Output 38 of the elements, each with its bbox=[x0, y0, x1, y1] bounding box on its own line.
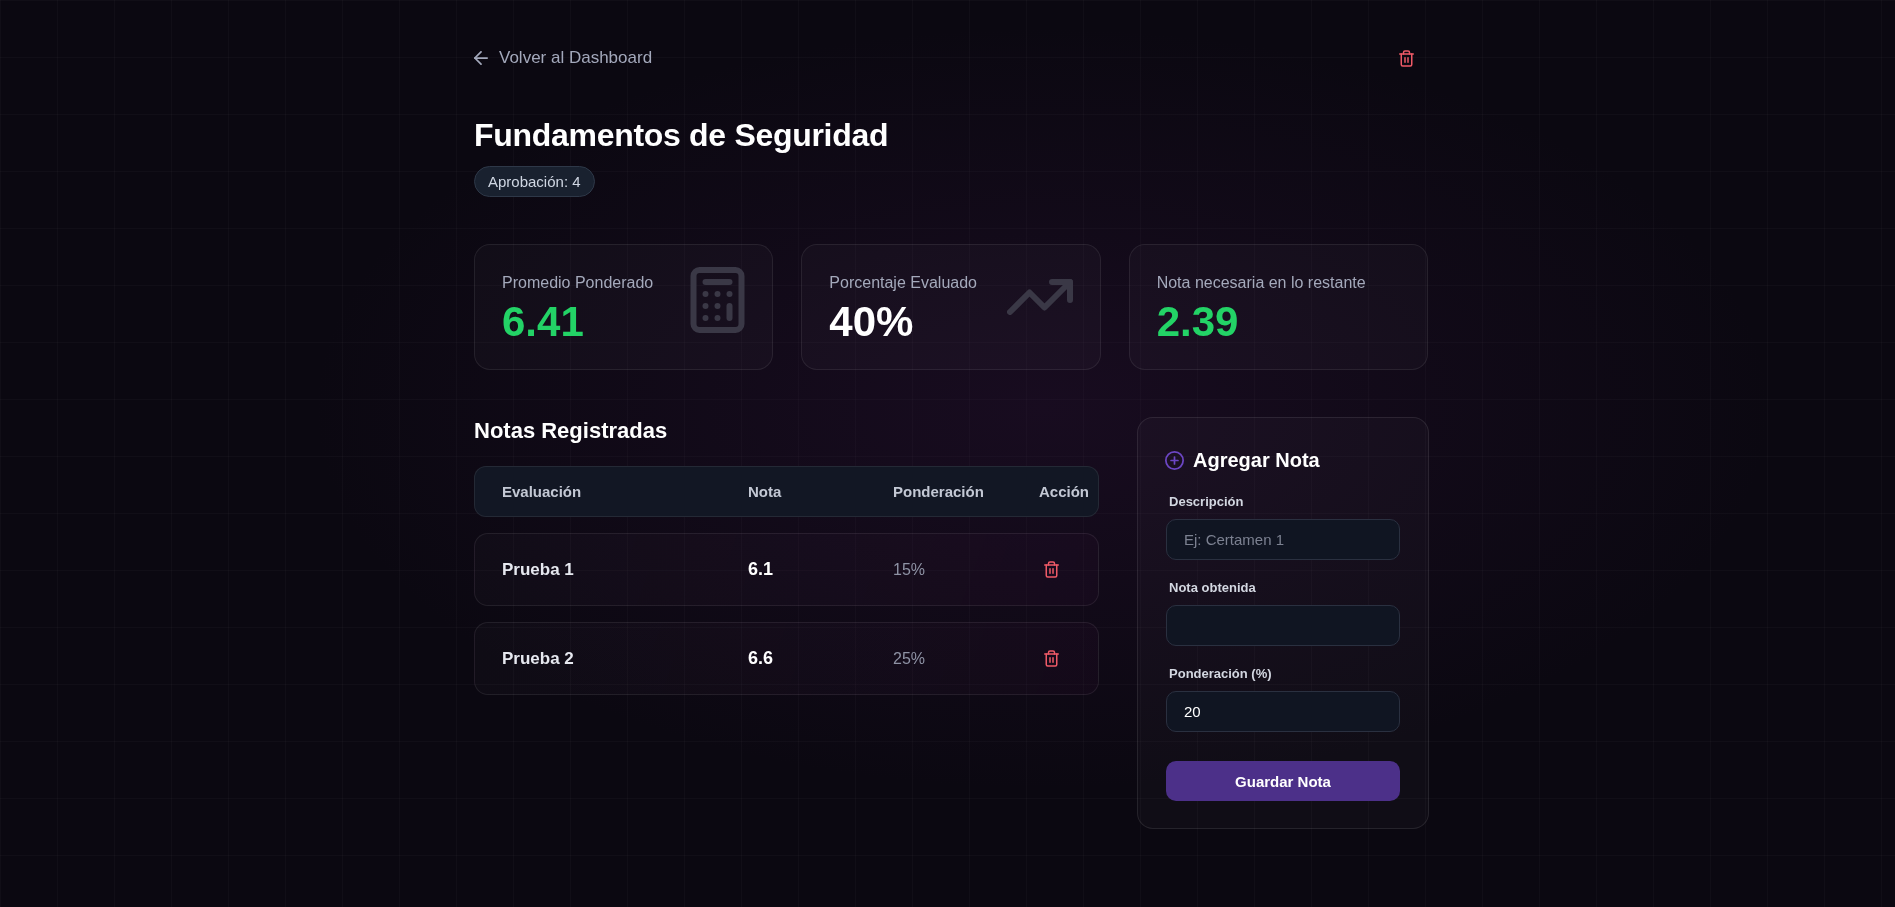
field-label: Ponderación (%) bbox=[1168, 666, 1273, 682]
field-label: Descripción bbox=[1168, 494, 1245, 510]
column-header: Nota bbox=[748, 483, 783, 500]
table-cell-text: 6.1 bbox=[748, 559, 775, 580]
trash-icon bbox=[1399, 49, 1414, 67]
column-header: Acción bbox=[1039, 483, 1089, 500]
trash-icon bbox=[1044, 650, 1059, 667]
panel-title: Agregar Nota bbox=[1193, 448, 1320, 473]
back-link[interactable]: Volver al Dashboard bbox=[474, 48, 653, 68]
table-cell-text: Prueba 2 bbox=[502, 648, 575, 669]
table-cell-text: 25% bbox=[893, 649, 927, 668]
course-title: Fundamentos de Seguridad bbox=[474, 117, 890, 153]
input-field[interactable]: 20 bbox=[1166, 691, 1400, 732]
trend-up-icon bbox=[1006, 279, 1073, 315]
approval-badge: Aprobación: 4 bbox=[474, 166, 595, 197]
column-header: Ponderación bbox=[893, 483, 985, 500]
input-field[interactable]: Ej: Certamen 1 bbox=[1166, 519, 1400, 560]
stat-label: Porcentaje Evaluado bbox=[829, 273, 977, 293]
plus-circle-icon bbox=[1165, 450, 1184, 470]
stat-value: 40% bbox=[829, 299, 915, 345]
stat-value: 2.39 bbox=[1156, 299, 1240, 345]
input-field[interactable] bbox=[1166, 605, 1400, 646]
delete-button[interactable] bbox=[1044, 650, 1059, 667]
table-cell-text: 15% bbox=[893, 560, 927, 579]
table-cell-text: 6.6 bbox=[748, 648, 775, 669]
table-cell-text: Prueba 1 bbox=[502, 559, 575, 580]
arrow-left-icon bbox=[474, 51, 488, 65]
section-title: Notas Registradas bbox=[474, 417, 669, 445]
column-header: Evaluación bbox=[502, 483, 583, 500]
delete-button[interactable] bbox=[1399, 49, 1414, 67]
calculator-icon bbox=[690, 267, 746, 333]
delete-button[interactable] bbox=[1044, 561, 1059, 578]
stat-value: 6.41 bbox=[502, 299, 585, 345]
stat-label: Nota necesaria en lo restante bbox=[1156, 273, 1366, 293]
trash-icon bbox=[1044, 561, 1059, 578]
field-label: Nota obtenida bbox=[1168, 580, 1257, 596]
save-button[interactable]: Guardar Nota bbox=[1166, 761, 1400, 801]
stat-label: Promedio Ponderado bbox=[502, 273, 654, 293]
